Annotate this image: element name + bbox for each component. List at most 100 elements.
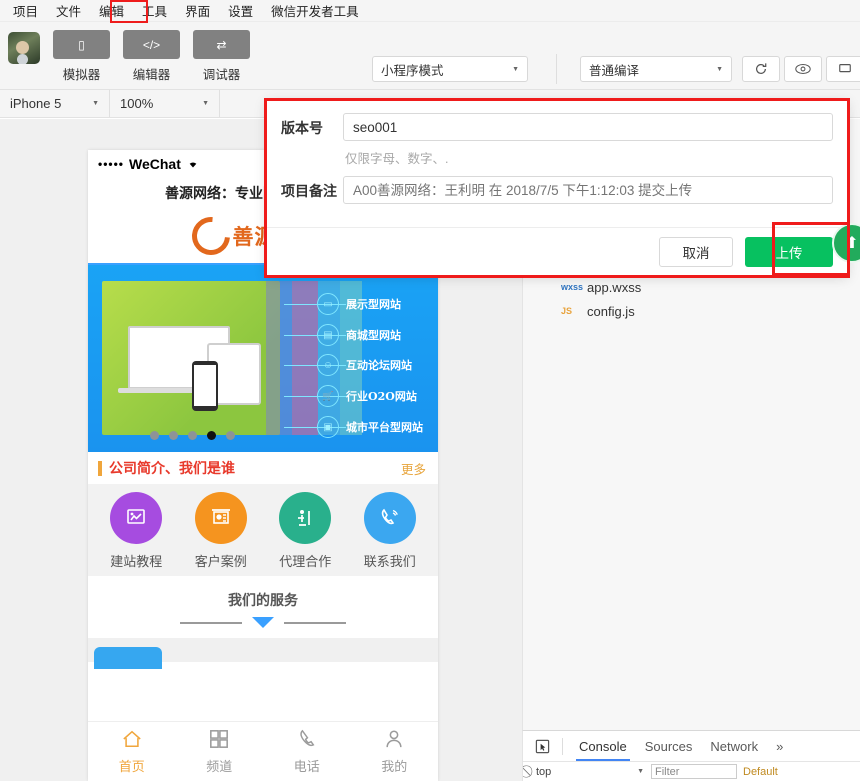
chart-board-icon [194, 492, 247, 544]
banner-feature: ▣ 城市平台型网站 [317, 416, 430, 438]
phone-icon-glyph: ▯ [78, 37, 85, 52]
console-context-select[interactable]: top ▼ [535, 764, 645, 779]
carousel-dots[interactable] [150, 431, 235, 440]
forum-icon-glyph: ☺ [322, 359, 334, 371]
version-hint: 仅限字母、数字、. [345, 152, 449, 166]
menu-item-devtools[interactable]: 微信开发者工具 [262, 0, 368, 22]
store-icon-glyph: ▤ [323, 329, 333, 341]
refresh-icon [756, 63, 767, 74]
grid-item-cases[interactable]: 客户案例 [185, 492, 257, 570]
wxss-file-icon: wxss [561, 282, 584, 292]
toolbar-button-simulator-label: 模拟器 [62, 68, 101, 82]
console-levels-select[interactable]: Default [743, 766, 778, 778]
devtools-divider [562, 737, 563, 755]
presentation-icon-glyph [127, 509, 146, 524]
menu-item-tools[interactable]: 工具 [133, 0, 176, 22]
menu-item-edit[interactable]: 编辑 [90, 0, 133, 22]
devtools-tab-sources[interactable]: Sources [636, 733, 702, 760]
remark-input[interactable] [343, 176, 833, 204]
phone-icon: ▯ [53, 30, 110, 59]
carousel-dot[interactable] [188, 431, 197, 440]
carousel-dot[interactable] [169, 431, 178, 440]
tree-file-appwxss[interactable]: wxss app.wxss [523, 275, 860, 299]
grid-item-agency[interactable]: 代理合作 [269, 492, 341, 570]
section-accent-bar [98, 460, 102, 476]
device-model-select[interactable]: iPhone 5 ▼ [0, 90, 110, 117]
sliders-icon: ⇄ [193, 30, 250, 59]
mode-select-value: 小程序模式 [381, 63, 444, 78]
grid-item-label: 建站教程 [110, 554, 163, 569]
tabbar-item-mine[interactable]: 我的 [351, 722, 439, 781]
banner-feature-label: 城市平台型网站 [346, 421, 423, 434]
chevron-down-icon: ▼ [202, 100, 209, 107]
tabbar-item-home[interactable]: 首页 [88, 722, 176, 781]
carousel-dot[interactable] [150, 431, 159, 440]
preview-button[interactable] [784, 56, 822, 82]
carousel-dot-active[interactable] [207, 431, 216, 440]
grid-item-label: 代理合作 [279, 554, 332, 569]
menu-item-file[interactable]: 文件 [47, 0, 90, 22]
toolbar-button-debugger[interactable]: ⇄ 调试器 [193, 30, 250, 83]
teaching-icon [279, 492, 332, 544]
logo-circle-icon [183, 208, 238, 263]
hero-banner[interactable]: ▭ 展示型网站 ▤ 商城型网站 ☺ 互动论坛网站 🛒 行业O2O网站 ▣ 城市平… [88, 265, 438, 452]
chevron-down-icon: ▼ [716, 65, 723, 73]
remote-debug-button[interactable] [826, 56, 860, 82]
tree-file-configjs[interactable]: js config.js [523, 299, 860, 323]
menu-item-settings[interactable]: 设置 [219, 0, 262, 22]
compile-select[interactable]: 普通编译 ▼ [580, 56, 732, 82]
services-placeholder [88, 638, 438, 669]
tree-item-label: config.js [587, 303, 635, 319]
menu-item-interface[interactable]: 界面 [176, 0, 219, 22]
phone-call-icon [363, 492, 416, 544]
chevron-down-icon: ▼ [92, 100, 99, 107]
banner-feature-label: 展示型网站 [346, 298, 401, 311]
grid-item-label: 客户案例 [194, 554, 247, 569]
banner-feature: ▭ 展示型网站 [317, 293, 430, 315]
version-label: 版本号 [281, 120, 323, 136]
user-avatar[interactable] [8, 32, 40, 64]
tabbar-item-phone[interactable]: 电话 [263, 722, 351, 781]
compile-button[interactable] [742, 56, 780, 82]
mode-select[interactable]: 小程序模式 ▼ [372, 56, 528, 82]
dialog-remark-row: 项目备注 [267, 167, 847, 204]
toolbar-button-debugger-label: 调试器 [202, 68, 241, 82]
toolbar-button-editor[interactable]: </> 编辑器 [123, 30, 180, 83]
console-context-value: top [536, 765, 552, 778]
menu-bar: 项目 文件 编辑 工具 界面 设置 微信开发者工具 [0, 0, 860, 22]
banner-device-illustration [102, 281, 280, 435]
chevron-down-icon: ▼ [637, 768, 644, 775]
menu-item-project[interactable]: 项目 [4, 0, 47, 22]
tabbar-item-label: 电话 [293, 758, 320, 774]
toolbar-button-simulator[interactable]: ▯ 模拟器 [53, 30, 110, 83]
devtools-tab-network[interactable]: Network [701, 733, 767, 760]
section-more-link[interactable]: 更多 [401, 459, 426, 478]
toolbar-button-editor-label: 编辑器 [132, 68, 171, 82]
tabbar-item-channel[interactable]: 频道 [176, 722, 264, 781]
banner-feature: ☺ 互动论坛网站 [317, 354, 430, 376]
teaching-icon-glyph [298, 510, 311, 526]
cart-icon-glyph: 🛒 [322, 390, 334, 401]
grid-item-tutorial[interactable]: 建站教程 [100, 492, 172, 570]
cancel-button[interactable]: 取消 [659, 236, 733, 267]
tabbar-item-label: 首页 [118, 758, 145, 774]
section-title: 公司简介、我们是谁 [109, 460, 235, 476]
dialog-version-row: 版本号 仅限字母、数字、. [267, 101, 847, 167]
devtools-tab-overflow[interactable]: » [767, 733, 792, 760]
inspect-icon[interactable] [529, 736, 555, 756]
banner-feature-label: 商城型网站 [346, 329, 401, 342]
decor-line [284, 621, 346, 624]
devtools-tab-console[interactable]: Console [570, 733, 636, 761]
carousel-dot[interactable] [226, 431, 235, 440]
cart-icon: 🛒 [317, 385, 339, 407]
grid-item-contact[interactable]: 联系我们 [354, 492, 426, 570]
version-input[interactable] [343, 113, 833, 141]
code-icon: </> [123, 30, 180, 59]
tabbar-item-label: 频道 [206, 758, 233, 774]
console-filter-input[interactable]: Filter [651, 764, 737, 779]
phone-call-icon-glyph [381, 508, 398, 525]
upload-button[interactable]: 上传 [745, 236, 833, 267]
device-zoom-select[interactable]: 100% ▼ [110, 90, 220, 117]
remote-icon [839, 64, 851, 73]
js-file-icon: js [561, 306, 573, 316]
